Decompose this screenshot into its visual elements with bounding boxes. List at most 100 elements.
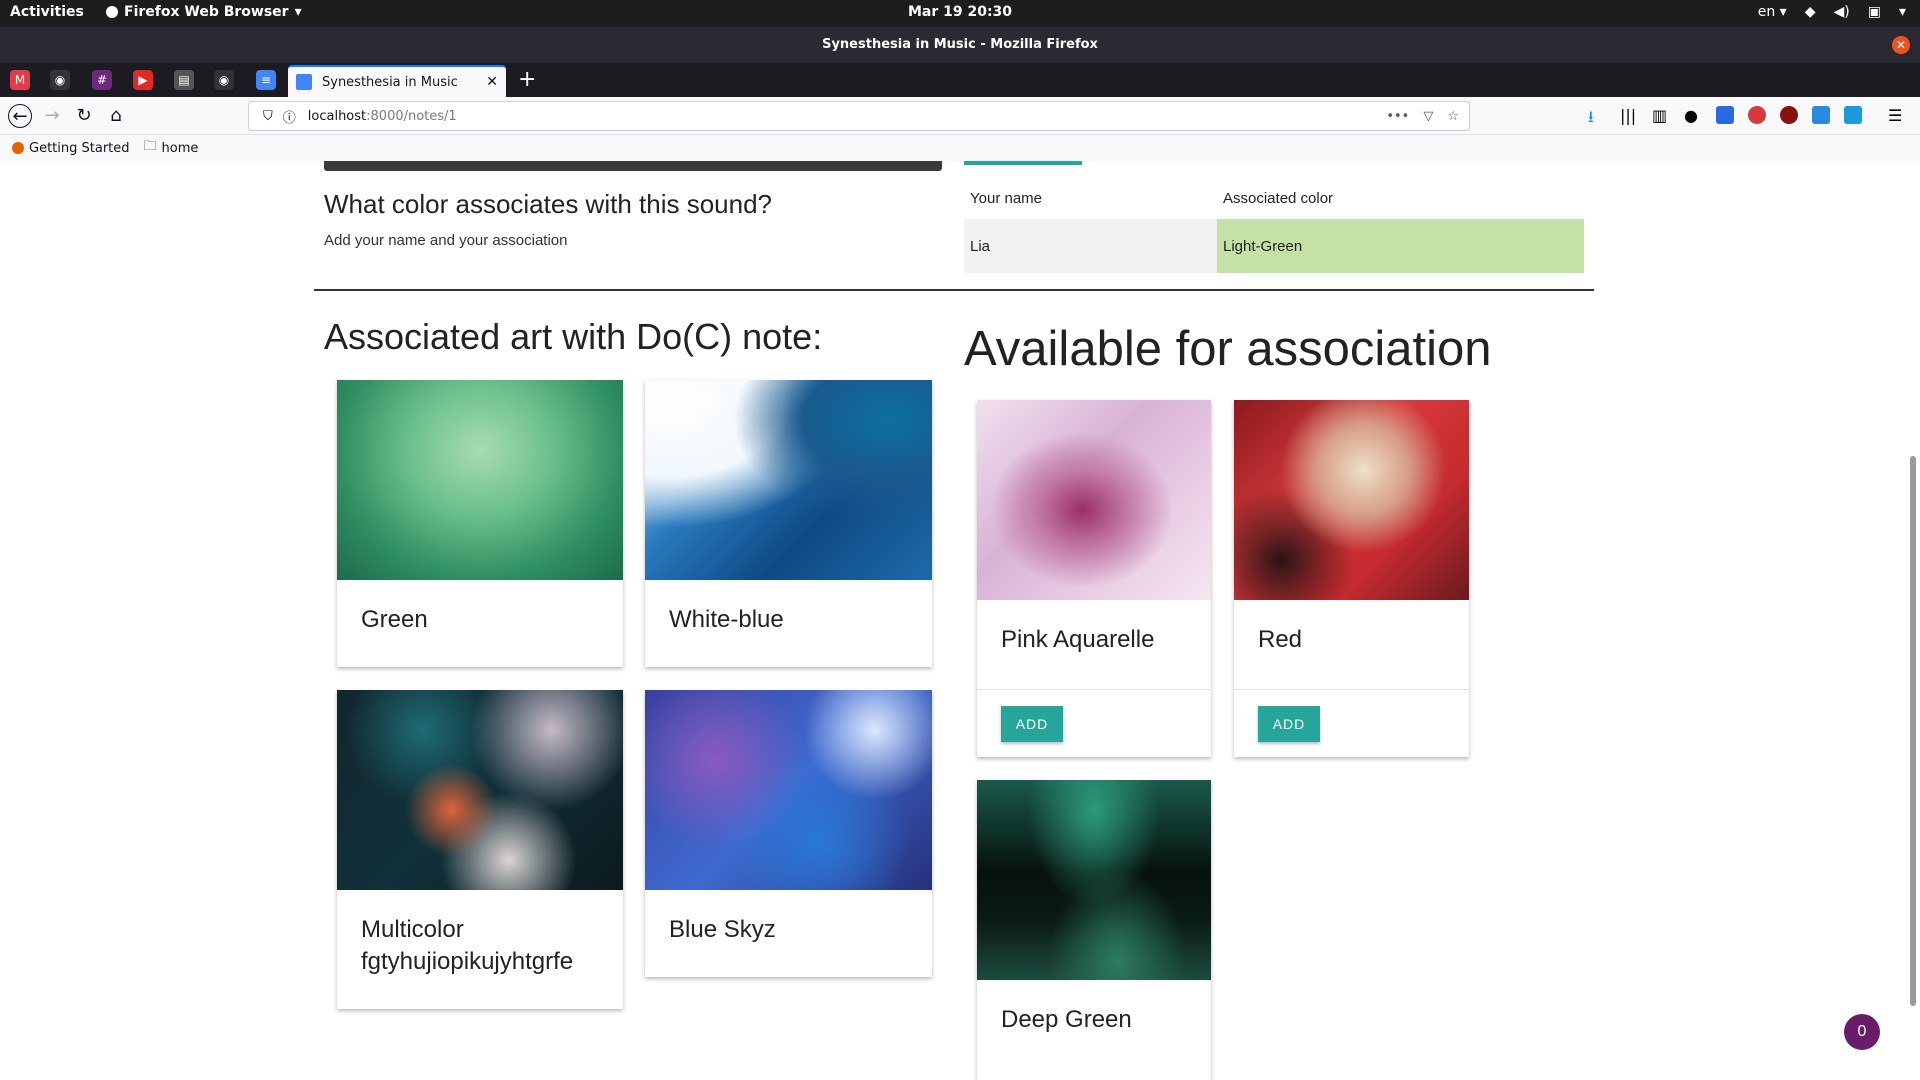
system-tray[interactable]: en ▾ ◆ ◀) ▣ ▾ (1758, 4, 1906, 20)
card-actions: ADD (1234, 689, 1469, 757)
add-button[interactable]: ADD (1001, 706, 1063, 742)
audio-player-edge (324, 161, 942, 171)
firefox-icon (106, 6, 118, 18)
section-divider (314, 289, 1594, 291)
art-image (1234, 400, 1469, 600)
art-image (977, 780, 1211, 980)
bookmark-label: home (161, 140, 199, 156)
activities-button[interactable]: Activities (10, 4, 84, 20)
system-top-bar: Activities Firefox Web Browser ▾ Mar 19 … (0, 0, 1920, 27)
art-image (645, 690, 932, 890)
url-path: :8000/notes/1 (366, 108, 457, 124)
bookmark-label: Getting Started (29, 140, 130, 156)
volume-icon: ◀) (1833, 4, 1850, 20)
tab-synesthesia[interactable]: Synesthesia in Music ✕ (288, 65, 506, 97)
window-title-bar: Synesthesia in Music - Mozilla Firefox ✕ (0, 27, 1920, 63)
bookmark-getting-started[interactable]: Getting Started (12, 141, 130, 156)
pinned-tab-mail-icon[interactable]: M (10, 70, 30, 90)
question-subtitle: Add your name and your association (324, 232, 568, 249)
art-card[interactable]: White-blue (645, 380, 932, 667)
skype-icon[interactable] (1844, 106, 1862, 124)
notification-badge[interactable]: 0 (1844, 1014, 1880, 1050)
tab-close-icon[interactable]: ✕ (486, 74, 498, 90)
art-card-title: White-blue (669, 606, 784, 633)
bookmark-star-icon[interactable]: ☆ (1447, 109, 1459, 124)
pinned-tab-github-icon[interactable]: ◉ (50, 70, 70, 90)
art-image (337, 380, 623, 580)
account-icon[interactable]: ● (1684, 106, 1702, 125)
associated-art-heading: Associated art with Do(C) note: (324, 316, 823, 357)
available-card-title: Red (1258, 626, 1303, 653)
page-scrollbar[interactable] (1910, 456, 1916, 1006)
card-actions: ADD (977, 689, 1211, 757)
info-icon: ⓘ (282, 110, 296, 126)
ublock-icon[interactable] (1780, 106, 1798, 124)
language-indicator[interactable]: en ▾ (1758, 4, 1787, 20)
reload-button[interactable]: ↻ (72, 104, 96, 128)
url-bar[interactable]: ⛉ ⓘ localhost :8000/notes/1 ••• ▽ ☆ (248, 101, 1470, 131)
window-title: Synesthesia in Music - Mozilla Firefox (822, 37, 1098, 52)
art-image (337, 690, 623, 890)
library-icon[interactable]: ||| (1620, 106, 1638, 125)
bookmark-home[interactable]: 🗀 home (144, 137, 199, 159)
column-header-name: Your name (970, 189, 1042, 207)
button-edge (964, 161, 1082, 165)
url-host: localhost (307, 108, 367, 124)
app-menu[interactable]: Firefox Web Browser ▾ (106, 4, 302, 20)
shield-icon: ⛉ (263, 108, 273, 124)
pinned-tab-github2-icon[interactable]: ◉ (214, 70, 234, 90)
available-card: Pink Aquarelle ADD (977, 400, 1211, 757)
pinned-tab-docs-icon[interactable]: ≡ (256, 70, 276, 90)
cell-name: Lia (964, 219, 1217, 273)
table-row: Lia Light-Green (964, 219, 1584, 273)
lock-icon: ▣ (1867, 4, 1881, 20)
available-card: Deep Green (977, 780, 1211, 1080)
home-button[interactable]: ⌂ (104, 104, 128, 128)
art-card-title: Blue Skyz (669, 916, 776, 943)
tab-label: Synesthesia in Music (322, 74, 458, 90)
available-card-title: Deep Green (1001, 1006, 1132, 1033)
firefox-icon (12, 142, 24, 154)
docs-favicon-icon (296, 74, 312, 90)
page-actions-icon[interactable]: ••• (1386, 109, 1409, 124)
pinned-tab-notification-icon[interactable]: ▤ (174, 70, 194, 90)
available-card: Red ADD (1234, 400, 1469, 757)
art-card-title: Green (361, 606, 428, 633)
folder-icon: 🗀 (143, 139, 157, 154)
pinned-tab-slack-icon[interactable]: # (92, 70, 112, 90)
tab-strip: M ◉ # ▶ ▤ ◉ ≡ Synesthesia in Music ✕ + (0, 63, 1920, 97)
art-card[interactable]: Green (337, 380, 623, 667)
page-content: What color associates with this sound? A… (0, 161, 1920, 1080)
menu-icon[interactable]: ☰ (1888, 106, 1906, 125)
art-card[interactable]: Blue Skyz (645, 690, 932, 977)
art-card[interactable]: Multicolor fgtyhujiopikujyhtgrfe (337, 690, 623, 1009)
art-card-title: Multicolor fgtyhujiopikujyhtgrfe (361, 916, 574, 975)
art-image (645, 380, 932, 580)
toolbar-icons: ⭳ ||| ▥ ● ☰ (1588, 106, 1906, 126)
bookmarks-toolbar: Getting Started 🗀 home (0, 135, 1920, 161)
adblock-icon[interactable] (1748, 106, 1766, 124)
caret-down-icon: ▾ (294, 4, 302, 20)
associations-table: Your name Associated color Lia Light-Gre… (964, 177, 1584, 273)
downloads-icon[interactable]: ⭳ (1588, 106, 1606, 126)
art-image (977, 400, 1211, 600)
bitwarden-icon[interactable] (1716, 106, 1734, 124)
pinned-tab-youtube-icon[interactable]: ▶ (133, 70, 153, 90)
available-heading: Available for association (964, 322, 1492, 376)
available-card-title: Pink Aquarelle (1001, 626, 1155, 653)
add-button[interactable]: ADD (1258, 706, 1320, 742)
wifi-icon: ◆ (1804, 4, 1816, 20)
sidebar-icon[interactable]: ▥ (1652, 106, 1670, 125)
power-menu-icon: ▾ (1898, 4, 1906, 20)
question-title: What color associates with this sound? (324, 189, 772, 219)
back-button[interactable]: ← (8, 104, 32, 128)
extension-icon[interactable] (1812, 106, 1830, 124)
new-tab-button[interactable]: + (518, 67, 536, 92)
pocket-icon[interactable]: ▽ (1423, 109, 1433, 124)
forward-button[interactable]: → (40, 104, 64, 128)
window-close-button[interactable]: ✕ (1892, 36, 1910, 54)
app-menu-label: Firefox Web Browser (124, 4, 289, 20)
column-header-color: Associated color (1223, 189, 1334, 207)
cell-color: Light-Green (1217, 219, 1584, 273)
language-label: en (1757, 4, 1776, 20)
